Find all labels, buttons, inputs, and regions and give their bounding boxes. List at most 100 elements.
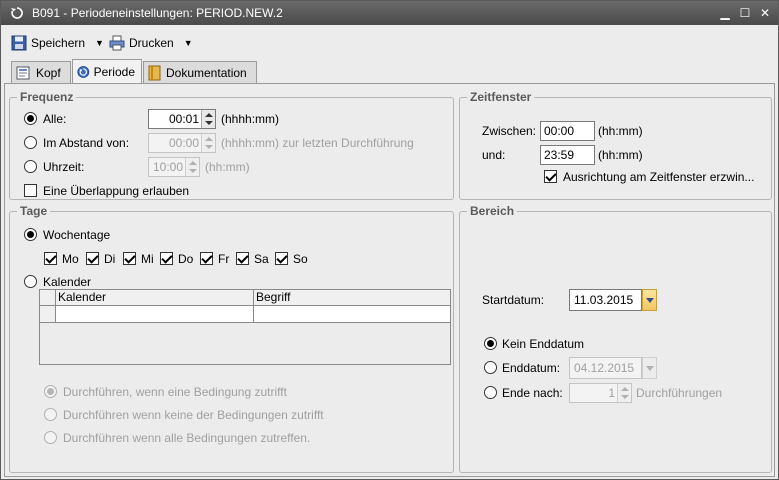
save-button[interactable]: Speichern ▼ [11, 32, 104, 54]
zwischen-time-input[interactable]: 00:00 [540, 121, 595, 141]
cond-any-radio[interactable] [44, 385, 57, 398]
table-cell[interactable] [254, 306, 450, 323]
day-label: Do [178, 252, 194, 266]
day-checkbox-fr[interactable] [200, 252, 213, 265]
abstand-stepper[interactable]: 00:00 [148, 133, 216, 153]
und-value: 23:59 [544, 148, 575, 162]
uhrzeit-radio[interactable] [24, 160, 37, 173]
calendar-table[interactable]: Kalender Begriff [39, 289, 451, 365]
day-label: So [293, 252, 308, 266]
start-label: Startdatum: [482, 293, 545, 307]
save-label: Speichern [31, 36, 86, 50]
chevron-down-icon[interactable]: ▼ [184, 38, 193, 48]
alle-value: 00:01 [168, 112, 199, 126]
calendar-dropdown-icon[interactable] [642, 289, 657, 311]
dialog-window: B091 - Periodeneinstellungen: PERIOD.NEW… [0, 0, 779, 480]
day-checkbox-do[interactable] [160, 252, 173, 265]
kein-enddatum-label: Kein Enddatum [502, 337, 585, 351]
day-checkbox-mi[interactable] [123, 252, 136, 265]
end-value: 04.12.2015 [574, 361, 635, 375]
tab-content: Frequenz Alle: 00:01 (hhhh:mm) Im Abstan… [4, 83, 775, 477]
und-label: und: [482, 148, 506, 162]
align-label: Ausrichtung am Zeitfenster erzwin... [563, 170, 755, 184]
day-checkbox-di[interactable] [86, 252, 99, 265]
maximize-button[interactable]: ☐ [737, 5, 753, 21]
wochentage-radio[interactable] [24, 228, 37, 241]
tab-label: Periode [93, 65, 135, 79]
uhrzeit-unit: (hh:mm) [205, 160, 250, 174]
alle-stepper[interactable]: 00:01 [148, 109, 216, 129]
zwischen-value: 00:00 [544, 124, 575, 138]
alle-radio[interactable] [24, 112, 37, 125]
kalender-label: Kalender [43, 275, 92, 289]
day-label: Mo [62, 252, 79, 266]
tab-kopf[interactable]: Kopf [11, 61, 71, 83]
zeitfenster-title: Zeitfenster [467, 90, 535, 104]
minimize-button[interactable]: ▁ [717, 5, 733, 21]
zwischen-unit: (hh:mm) [598, 124, 643, 138]
overlap-label: Eine Überlappung erlauben [43, 184, 190, 198]
chevron-down-icon[interactable]: ▼ [95, 38, 104, 48]
tage-group: Tage Wochentage Mo Di Mi Do Fr Sa So Kal… [9, 204, 454, 473]
zeitfenster-group: Zeitfenster Zwischen: 00:00 (hh:mm) und:… [459, 90, 772, 200]
frequenz-group: Frequenz Alle: 00:01 (hhhh:mm) Im Abstan… [9, 90, 454, 200]
ende-nach-stepper[interactable]: 1 [569, 383, 632, 403]
kein-enddatum-radio[interactable] [484, 337, 497, 350]
enddatum-label: Enddatum: [502, 361, 561, 375]
column-header-kalender[interactable]: Kalender [56, 290, 254, 306]
spinner-arrows-icon[interactable] [617, 384, 631, 402]
ende-nach-value: 1 [608, 386, 615, 400]
day-label: Sa [254, 252, 269, 266]
tab-dokumentation[interactable]: Dokumentation [143, 61, 257, 83]
und-unit: (hh:mm) [598, 148, 643, 162]
tab-label: Kopf [36, 65, 61, 80]
day-checkbox-sa[interactable] [236, 252, 249, 265]
tab-label: Dokumentation [166, 65, 247, 80]
column-header-begriff[interactable]: Begriff [254, 290, 450, 306]
calendar-dropdown-icon[interactable] [642, 357, 657, 379]
day-checkbox-mo[interactable] [44, 252, 57, 265]
table-cell[interactable] [56, 306, 254, 323]
ende-nach-radio[interactable] [484, 386, 497, 399]
ende-nach-label: Ende nach: [502, 386, 563, 400]
start-date-input[interactable]: 11.03.2015 [569, 289, 642, 311]
book-icon [148, 65, 161, 80]
uhrzeit-value: 10:00 [152, 160, 183, 174]
day-checkbox-so[interactable] [275, 252, 288, 265]
kalender-radio[interactable] [24, 275, 37, 288]
cond-all-radio[interactable] [44, 431, 57, 444]
toolbar: Speichern ▼ Drucken ▼ [1, 29, 778, 57]
start-value: 11.03.2015 [574, 293, 634, 307]
title-bar: B091 - Periodeneinstellungen: PERIOD.NEW… [1, 1, 778, 25]
alle-unit: (hhhh:mm) [221, 112, 280, 126]
abstand-radio[interactable] [24, 136, 37, 149]
refresh-icon [11, 7, 23, 19]
uhrzeit-stepper[interactable]: 10:00 [148, 157, 200, 177]
und-time-input[interactable]: 23:59 [540, 145, 595, 165]
uhrzeit-label: Uhrzeit: [43, 160, 85, 174]
cond-none-radio[interactable] [44, 408, 57, 421]
day-label: Fr [218, 252, 230, 266]
abstand-label: Im Abstand von: [43, 136, 130, 150]
period-icon [77, 66, 90, 78]
bereich-title: Bereich [467, 204, 518, 218]
day-label: Mi [141, 252, 154, 266]
print-button[interactable]: Drucken ▼ [109, 32, 193, 54]
tab-periode[interactable]: Periode [72, 59, 142, 84]
close-button[interactable]: ✕ [757, 5, 773, 21]
end-date-input[interactable]: 04.12.2015 [569, 357, 642, 379]
ende-nach-unit: Durchführungen [636, 386, 723, 400]
spinner-arrows-icon[interactable] [201, 110, 215, 128]
abstand-unit: (hhhh:mm) zur letzten Durchführung [221, 136, 414, 150]
enddatum-radio[interactable] [484, 361, 497, 374]
header-icon [16, 66, 30, 79]
row-selector[interactable] [40, 306, 56, 323]
spinner-arrows-icon[interactable] [185, 158, 199, 176]
print-label: Drucken [129, 36, 174, 50]
align-checkbox[interactable] [544, 170, 557, 183]
window-title: B091 - Periodeneinstellungen: PERIOD.NEW… [32, 6, 283, 20]
overlap-checkbox[interactable] [24, 184, 37, 197]
spinner-arrows-icon[interactable] [201, 134, 215, 152]
wochentage-label: Wochentage [43, 228, 111, 242]
floppy-disk-icon [11, 35, 27, 51]
